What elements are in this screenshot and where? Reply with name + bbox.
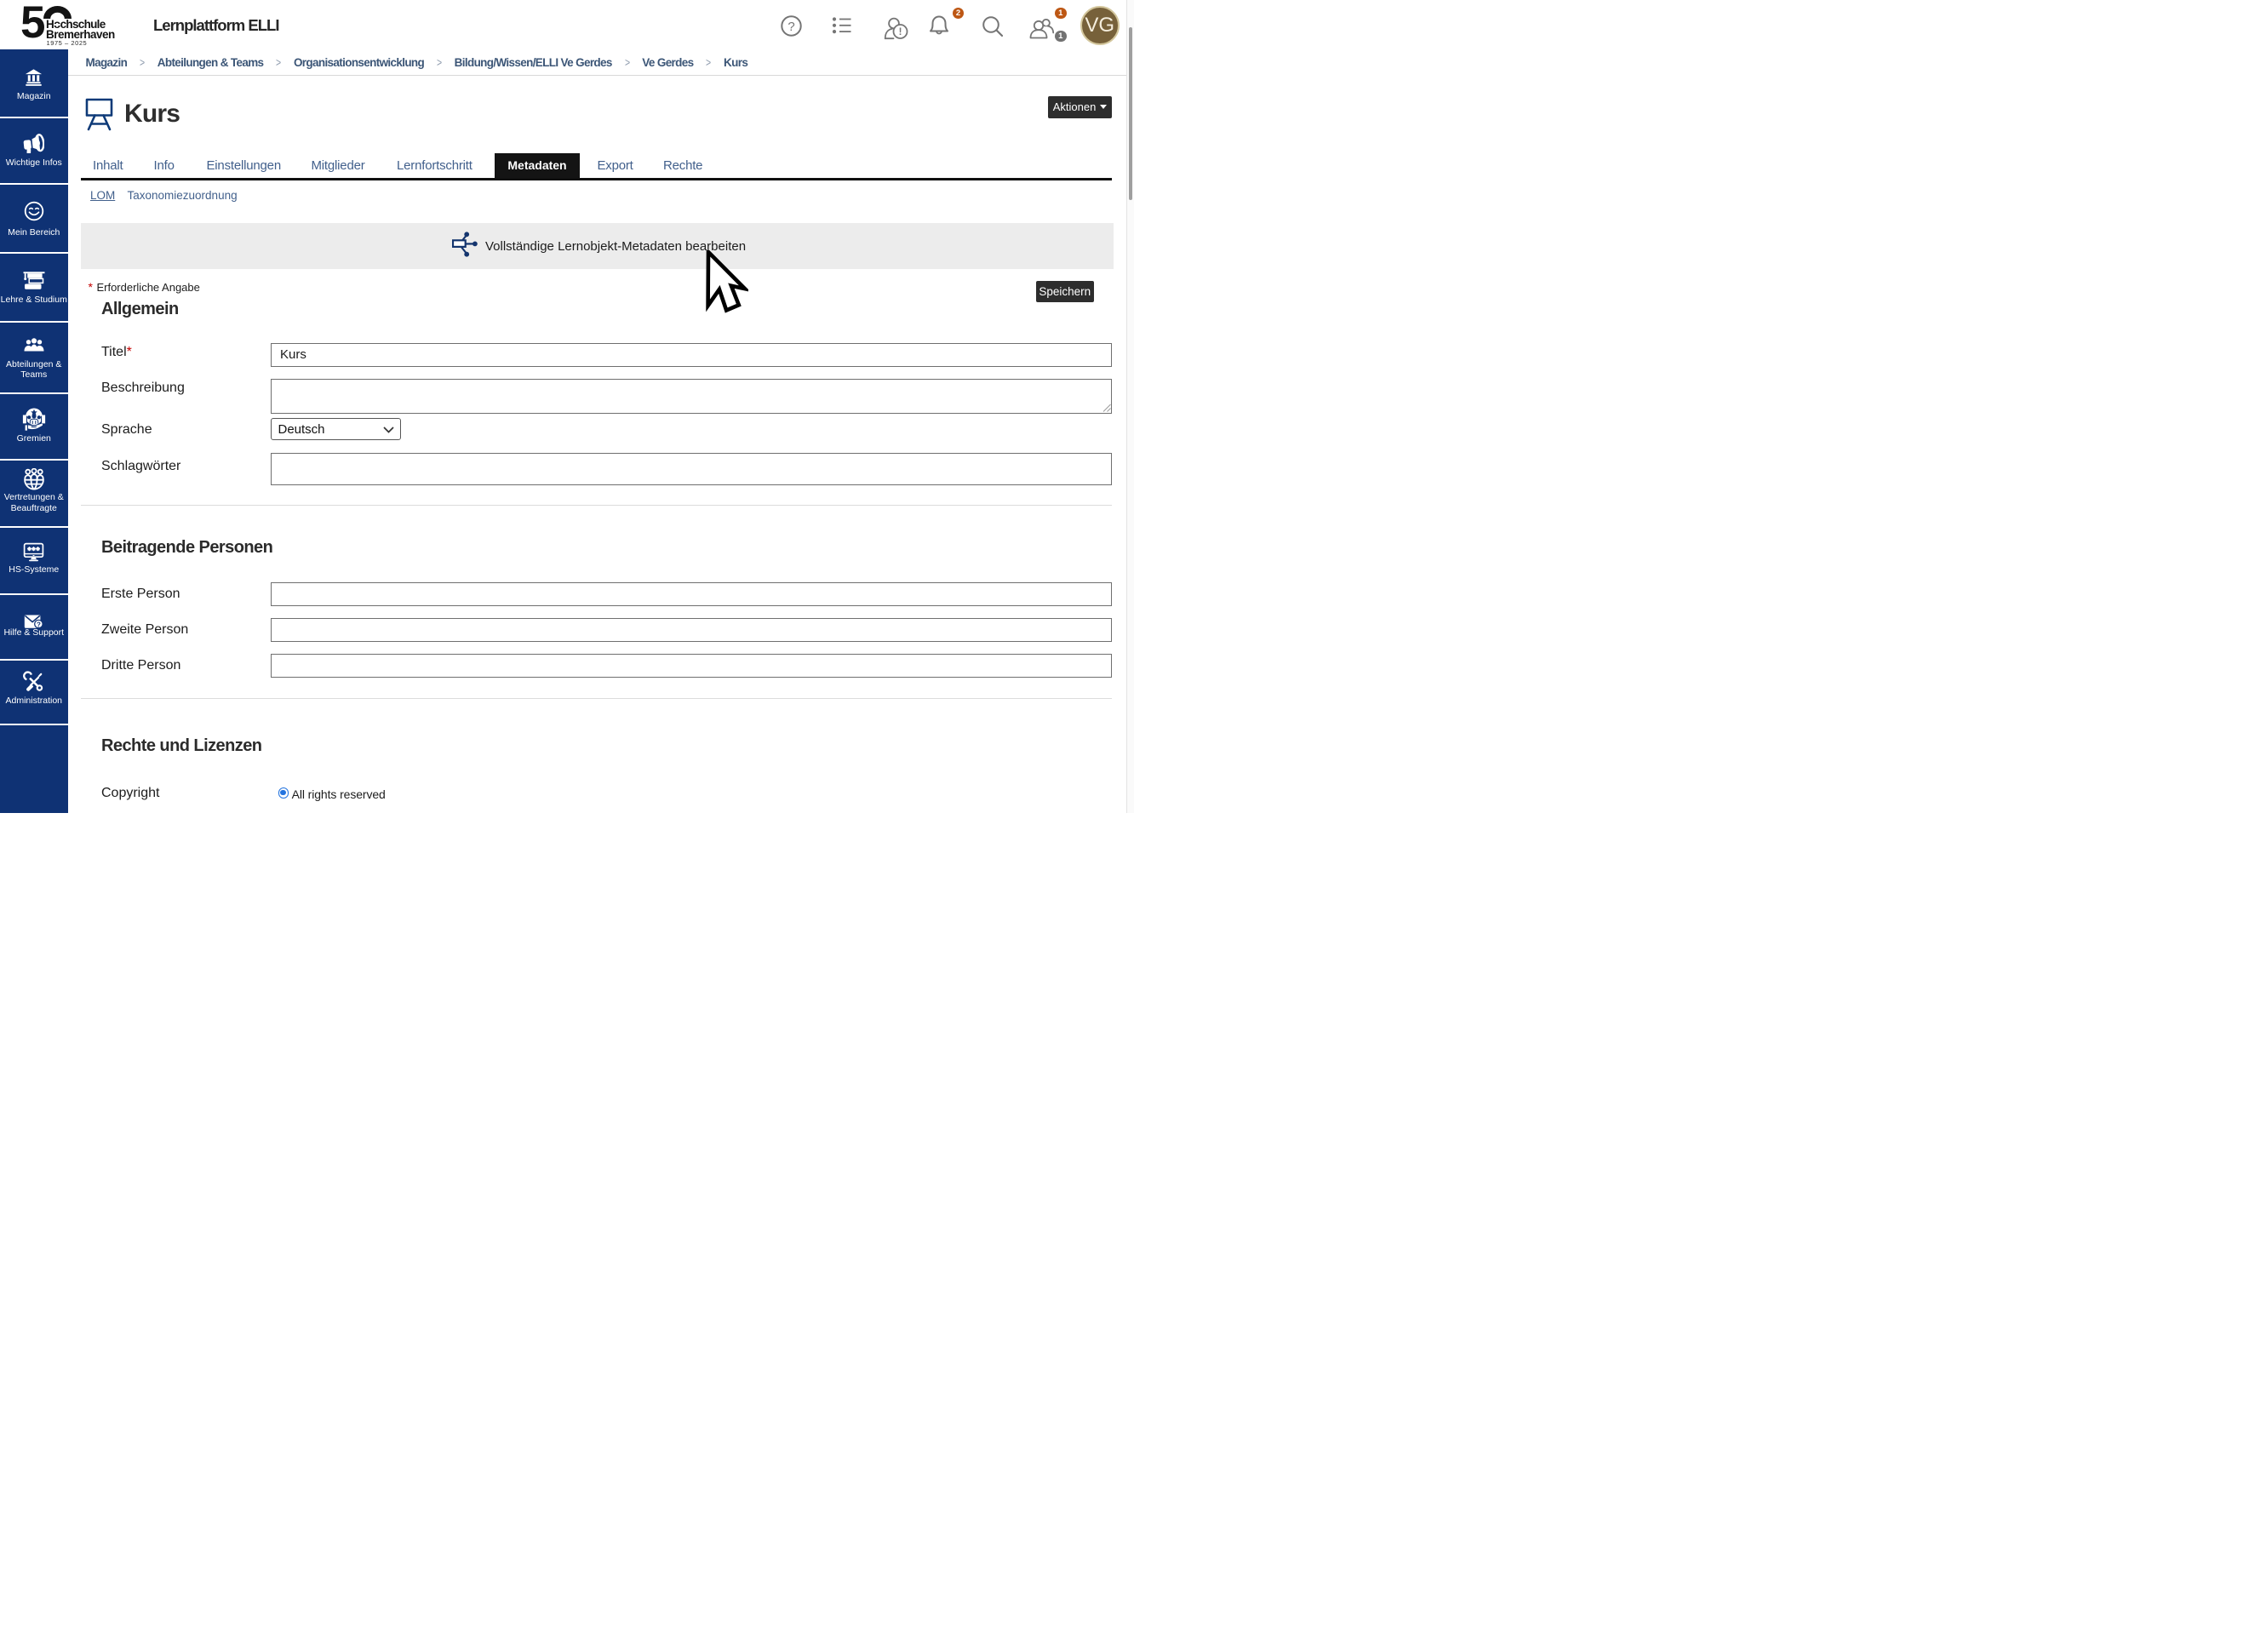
svg-text:?: ? [788,20,794,34]
svg-text:!: ! [899,27,902,37]
